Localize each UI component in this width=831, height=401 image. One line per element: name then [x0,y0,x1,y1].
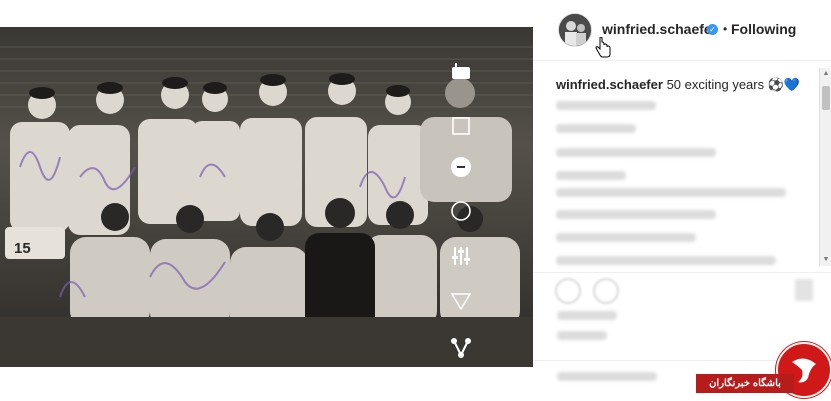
triangle-icon[interactable] [447,287,475,315]
following-button[interactable]: Following [731,21,796,37]
post-header: winfried.schaefer ✓ • Following [533,0,831,61]
blurred-timestamp [556,101,656,110]
blurred-comment [556,256,776,265]
caption-text: 50 exciting years ⚽💙 [666,77,801,92]
scroll-up-icon[interactable]: ▲ [820,68,831,80]
hand-pointer-icon [595,36,611,64]
blurred-comment [556,233,696,242]
post-username[interactable]: winfried.schaefer [602,21,717,37]
edit-tools-column [447,60,475,360]
blurred-likes [557,311,617,320]
stamp-icon[interactable] [447,58,475,86]
circle-icon[interactable] [447,197,475,225]
jersey-number: 15 [14,240,31,257]
comment-icon[interactable] [593,278,619,304]
sticker-icon[interactable] [447,153,475,181]
blurred-comment [556,210,716,219]
blurred-comment [556,124,636,133]
separator-dot: • [723,22,728,36]
blurred-comment [556,188,786,197]
blurred-date [557,331,607,340]
sliders-icon[interactable] [447,242,475,270]
blurred-comment [556,148,716,157]
post-sidebar: winfried.schaefer ✓ • Following winfried… [533,0,831,395]
post-caption: winfried.schaefer 50 exciting years ⚽💙 [556,77,800,93]
comments-list: winfried.schaefer 50 exciting years ⚽💙 [533,68,819,278]
post-media-pane: 15 [0,0,533,395]
caption-username[interactable]: winfried.schaefer [556,77,663,92]
comments-scrollbar[interactable]: ▲ ▼ [819,68,831,266]
blurred-comment-input[interactable] [557,372,657,381]
watermark-label: باشگاه خبرنگاران [696,374,794,393]
avatar[interactable] [558,13,592,47]
like-icon[interactable] [555,278,581,304]
scroll-down-icon[interactable]: ▼ [820,254,831,266]
scroll-thumb[interactable] [822,86,830,110]
blurred-comment [556,171,626,180]
verified-badge-icon: ✓ [707,24,718,35]
share-nodes-icon[interactable] [447,334,475,362]
square-icon[interactable] [447,112,475,140]
save-icon[interactable] [795,279,813,301]
